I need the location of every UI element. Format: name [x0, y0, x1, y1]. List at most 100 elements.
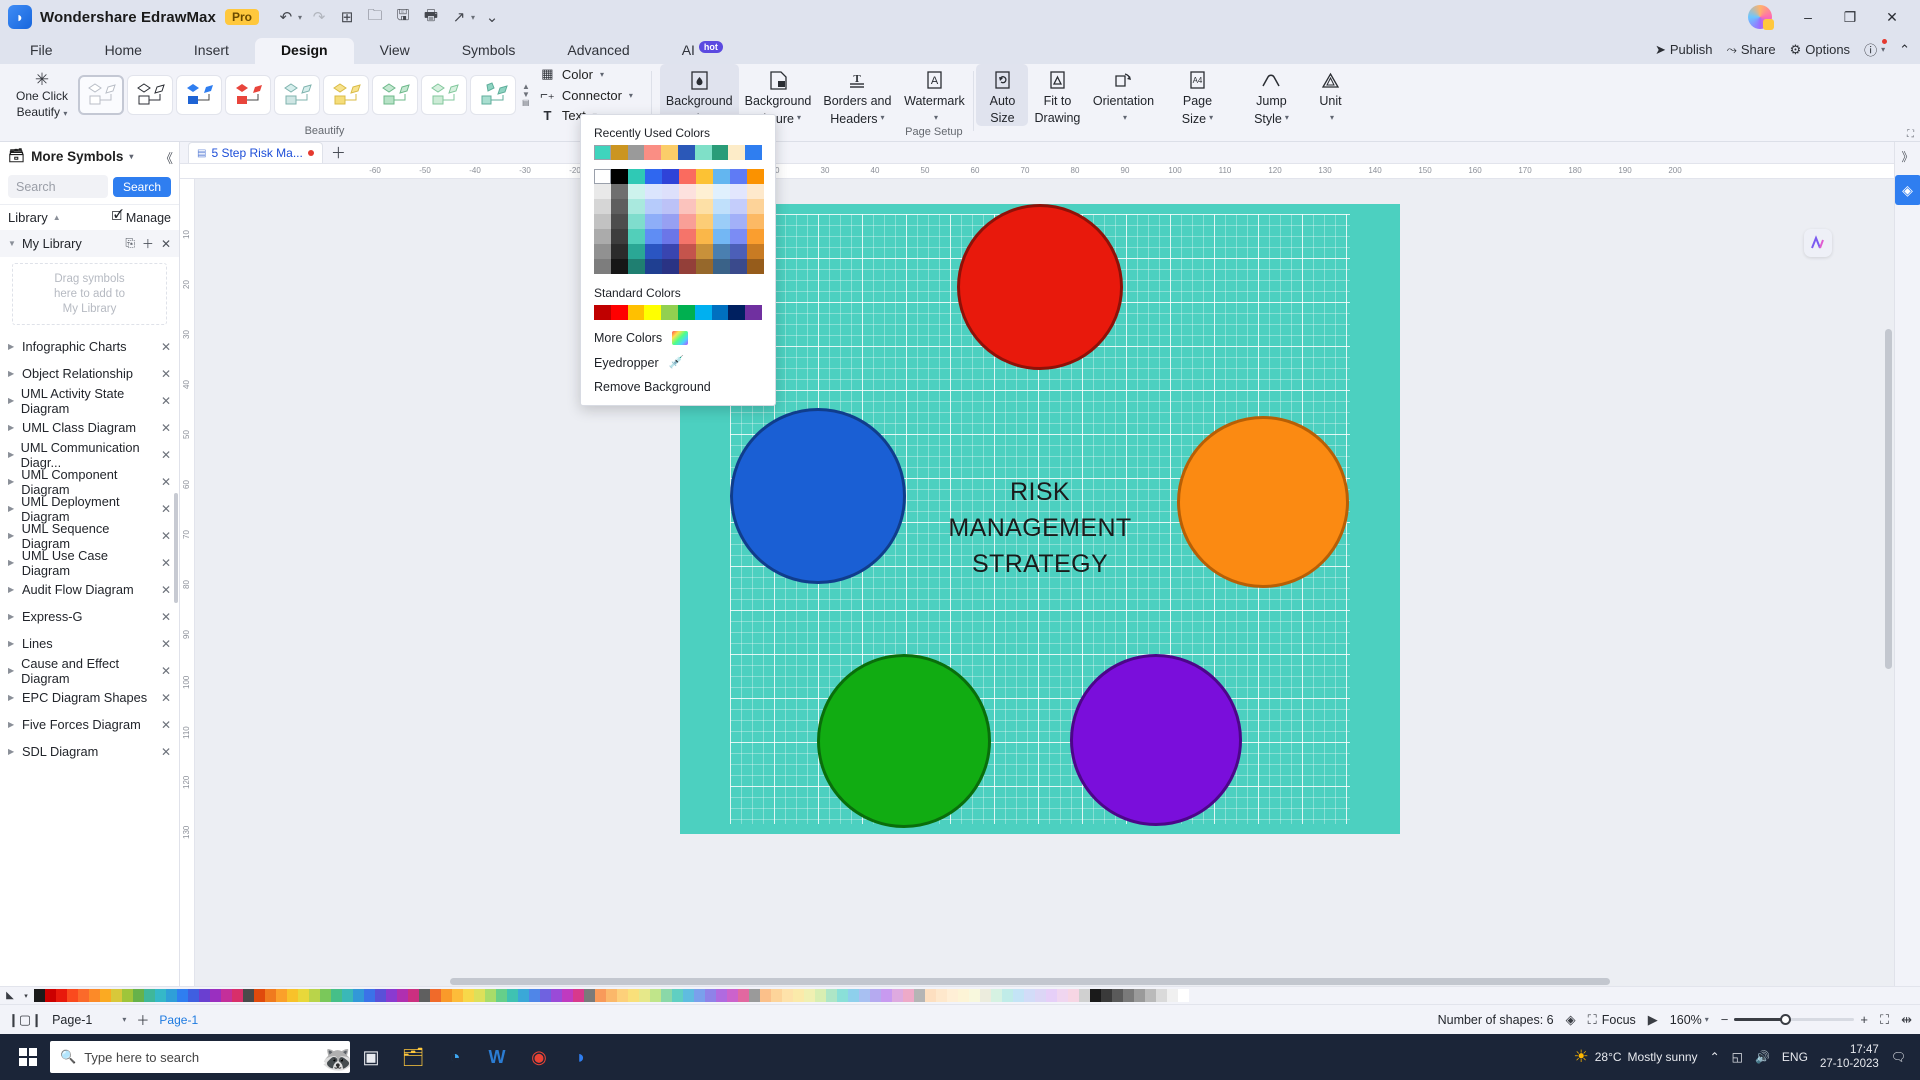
add-library-icon[interactable]: ＋ — [142, 235, 154, 252]
theme-color-swatch[interactable] — [662, 229, 679, 244]
color-swatch[interactable] — [89, 989, 100, 1002]
expand-right-panel-button[interactable]: 》 — [1901, 148, 1913, 165]
color-swatch[interactable] — [650, 989, 661, 1002]
recent-color-swatch[interactable] — [711, 145, 729, 160]
color-swatch[interactable] — [705, 989, 716, 1002]
color-swatch[interactable] — [298, 989, 309, 1002]
style-thumb-blue[interactable] — [176, 74, 222, 115]
remove-category-icon[interactable]: ✕ — [161, 475, 171, 489]
color-swatch[interactable] — [1090, 989, 1101, 1002]
remove-category-icon[interactable]: ✕ — [161, 718, 171, 732]
style-thumb-teal-light[interactable] — [274, 74, 320, 115]
color-swatch[interactable] — [155, 989, 166, 1002]
theme-color-swatch[interactable] — [696, 214, 713, 229]
sidebar-item-sdl-diagram[interactable]: ▶ SDL Diagram ✕ — [0, 738, 179, 765]
my-library-dropzone[interactable]: Drag symbols here to add to My Library — [12, 263, 167, 325]
color-swatch[interactable] — [100, 989, 111, 1002]
taskbar-clock[interactable]: 17:47 27-10-2023 — [1820, 1043, 1879, 1071]
theme-color-swatch[interactable] — [662, 259, 679, 274]
style-thumb-default[interactable] — [78, 74, 124, 115]
avatar[interactable] — [1748, 5, 1774, 30]
tab-home[interactable]: Home — [79, 38, 168, 64]
sidebar-item-cause-and-effect-diagram[interactable]: ▶ Cause and Effect Diagram ✕ — [0, 656, 179, 686]
canvas-vertical-scrollbar[interactable] — [1885, 329, 1892, 669]
eyedropper-item[interactable]: Eyedropper 💉 — [581, 350, 775, 375]
tab-view[interactable]: View — [354, 38, 436, 64]
standard-color-swatch[interactable] — [610, 305, 628, 320]
color-swatch[interactable] — [210, 989, 221, 1002]
color-swatch[interactable] — [782, 989, 793, 1002]
sidebar-item-uml-component-diagram[interactable]: ▶ UML Component Diagram ✕ — [0, 467, 179, 497]
sidebar-item-uml-communication-diagram[interactable]: ▶ UML Communication Diagr... ✕ — [0, 440, 179, 470]
jump-style-button[interactable]: Jump Style ▾ — [1234, 64, 1308, 126]
remove-category-icon[interactable]: ✕ — [161, 529, 171, 543]
theme-color-swatch[interactable] — [645, 214, 662, 229]
circle-green[interactable] — [817, 654, 991, 828]
color-swatch[interactable] — [881, 989, 892, 1002]
recent-color-swatch[interactable] — [745, 145, 762, 160]
color-swatch[interactable] — [309, 989, 320, 1002]
zoom-level[interactable]: 160% ▾ — [1670, 1013, 1709, 1027]
color-swatch[interactable] — [936, 989, 947, 1002]
theme-color-swatch[interactable] — [645, 259, 662, 274]
remove-background-item[interactable]: Remove Background — [581, 375, 775, 399]
color-swatch[interactable] — [1134, 989, 1145, 1002]
add-document-tab-button[interactable]: ＋ — [331, 142, 346, 163]
color-swatch[interactable] — [386, 989, 397, 1002]
theme-color-swatch[interactable] — [611, 184, 628, 199]
edrawmax-taskbar-icon[interactable]: ◗ — [560, 1037, 602, 1077]
color-swatch[interactable] — [342, 989, 353, 1002]
remove-category-icon[interactable]: ✕ — [161, 421, 171, 435]
search-input[interactable]: Search — [8, 175, 108, 198]
theme-color-swatch[interactable] — [713, 214, 730, 229]
color-swatch[interactable] — [122, 989, 133, 1002]
sidebar-item-express-g[interactable]: ▶ Express-G ✕ — [0, 603, 179, 630]
page-layout-icon[interactable]: ❙▢❙ — [8, 1012, 42, 1028]
color-swatch[interactable] — [144, 989, 155, 1002]
theme-color-swatch[interactable] — [713, 244, 730, 259]
add-page-button[interactable]: ＋ — [136, 1010, 149, 1029]
color-swatch[interactable] — [133, 989, 144, 1002]
theme-color-swatch[interactable] — [611, 199, 628, 214]
color-swatch[interactable] — [716, 989, 727, 1002]
color-swatch[interactable] — [991, 989, 1002, 1002]
theme-color-swatch[interactable] — [713, 259, 730, 274]
one-click-beautify-button[interactable]: ✳ One Click Beautify ▾ — [6, 69, 78, 121]
theme-color-swatch[interactable] — [662, 199, 679, 214]
color-swatch[interactable] — [1112, 989, 1123, 1002]
theme-color-swatch[interactable] — [679, 169, 696, 184]
color-swatch[interactable] — [485, 989, 496, 1002]
standard-color-swatch[interactable] — [661, 305, 678, 320]
theme-color-swatch[interactable] — [628, 169, 645, 184]
theme-color-swatch[interactable] — [628, 244, 645, 259]
theme-color-swatch[interactable] — [679, 244, 696, 259]
color-swatch[interactable] — [815, 989, 826, 1002]
zoom-track[interactable] — [1734, 1014, 1855, 1025]
style-thumb-outline[interactable] — [127, 74, 173, 115]
color-swatch[interactable] — [452, 989, 463, 1002]
theme-color-swatch[interactable] — [747, 199, 764, 214]
color-swatch[interactable] — [353, 989, 364, 1002]
tab-symbols[interactable]: Symbols — [436, 38, 542, 64]
color-swatch[interactable] — [111, 989, 122, 1002]
theme-color-swatch[interactable] — [696, 199, 713, 214]
color-swatch[interactable] — [540, 989, 551, 1002]
theme-color-swatch[interactable] — [662, 244, 679, 259]
color-swatch[interactable] — [320, 989, 331, 1002]
circle-red[interactable] — [957, 204, 1123, 370]
page-size-button[interactable]: A4 Page Size ▾ — [1160, 64, 1234, 126]
color-swatch[interactable] — [331, 989, 342, 1002]
color-swatch[interactable] — [1101, 989, 1112, 1002]
page-tag[interactable]: Page-1 — [159, 1013, 198, 1027]
color-swatch[interactable] — [551, 989, 562, 1002]
color-swatch[interactable] — [254, 989, 265, 1002]
print-icon[interactable]: 🖶 — [418, 5, 444, 29]
remove-category-icon[interactable]: ✕ — [161, 502, 171, 516]
options-button[interactable]: ⚙ Options — [1790, 42, 1850, 58]
tab-insert[interactable]: Insert — [168, 38, 255, 64]
auto-size-button[interactable]: Auto Size — [976, 64, 1029, 126]
present-icon[interactable]: ▶ — [1648, 1012, 1658, 1028]
theme-color-swatch[interactable] — [747, 169, 764, 184]
export-caret-icon[interactable]: ▾ — [471, 13, 475, 22]
theme-color-swatch[interactable] — [645, 199, 662, 214]
